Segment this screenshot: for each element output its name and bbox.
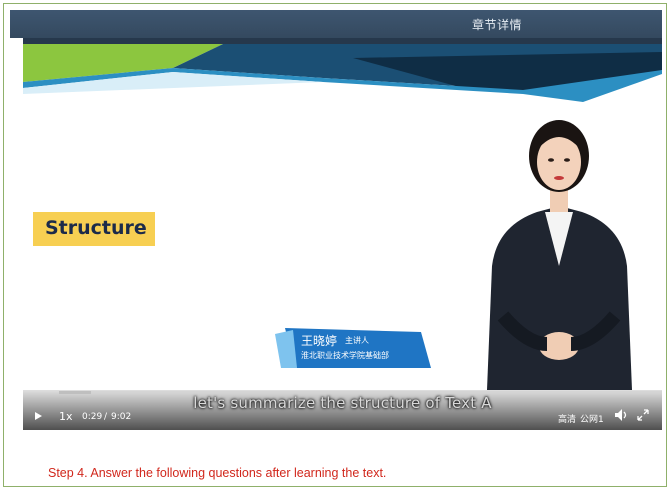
slide-heading-box: Structure (33, 212, 155, 246)
slide-heading: Structure (45, 217, 147, 239)
volume-icon[interactable] (615, 409, 628, 421)
quality-button[interactable]: 高清 (558, 412, 576, 425)
playback-speed-button[interactable]: 1x (59, 410, 73, 423)
header-bar: 章节详情 (10, 10, 662, 38)
time-separator: / (104, 412, 108, 422)
step-instruction: Step 4. Answer the following questions a… (48, 466, 387, 480)
slide-decoration (23, 38, 662, 102)
duration: 9:02 (111, 412, 132, 422)
presenter-namecard: 王晓婷 主讲人 淮北职业技术学院基础部 (271, 328, 431, 370)
video-subtitle: let's summarize the structure of Text A (193, 394, 492, 412)
presenter-dept: 淮北职业技术学院基础部 (301, 351, 389, 360)
header-title: 章节详情 (472, 18, 523, 32)
presenter-image (487, 120, 632, 390)
video-player[interactable]: Structure 王晓婷 主讲人 淮北职业技术学院基础部 let's summ (23, 38, 662, 430)
play-icon[interactable] (35, 412, 42, 420)
network-button[interactable]: 公网1 (580, 412, 604, 425)
current-time: 0:29 (82, 412, 103, 422)
presenter-role: 主讲人 (345, 336, 369, 345)
presenter-name: 王晓婷 (301, 334, 338, 348)
fullscreen-icon[interactable] (637, 409, 649, 421)
